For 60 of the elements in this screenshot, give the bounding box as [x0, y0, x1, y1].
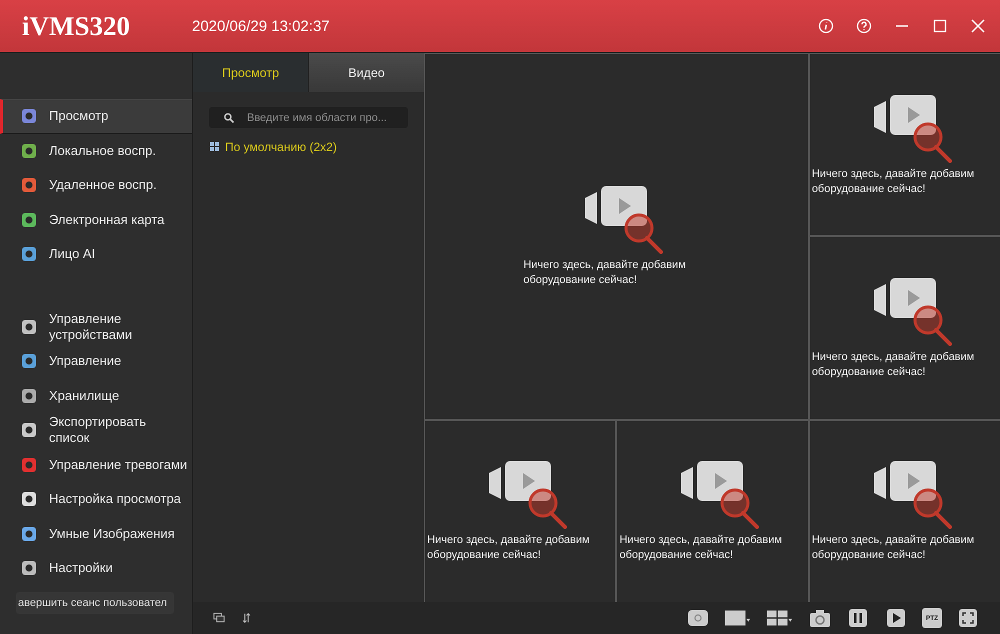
grid-layout-icon[interactable]	[766, 608, 794, 628]
record-icon[interactable]	[686, 608, 710, 628]
empty-message: Ничего здесь, давайте добавим оборудование сейчас!	[812, 350, 976, 380]
menu-icon	[21, 491, 37, 508]
nav-item[interactable]: Настройки	[0, 551, 192, 586]
menu-icon	[21, 177, 37, 194]
nav-item[interactable]: Лицо AI	[0, 237, 192, 272]
nav-item[interactable]: Управление	[0, 344, 192, 378]
info-icon[interactable]	[818, 18, 834, 34]
video-cell[interactable]: Ничего здесь, давайте добавим оборудование сейчас!	[810, 420, 1000, 602]
empty-message: Ничего здесь, давайте добавим оборудование сейчас!	[619, 533, 783, 564]
sort-icon[interactable]	[240, 612, 253, 624]
nav-item[interactable]: Удаленное воспр.	[0, 168, 192, 202]
menu-icon	[21, 108, 37, 124]
pause-icon[interactable]	[846, 608, 870, 628]
logout-button[interactable]: авершить сеанс пользовател	[16, 592, 174, 614]
menu-icon	[21, 318, 37, 335]
nav-item[interactable]: Просмотр	[0, 99, 192, 134]
menu-icon	[21, 526, 37, 542]
menu-icon	[21, 353, 37, 370]
grid-icon	[210, 142, 220, 152]
single-view-icon[interactable]	[724, 608, 752, 628]
nav-item[interactable]: Управление устройствами	[0, 310, 192, 344]
empty-message: Ничего здесь, давайте добавим оборудование сейчас!	[523, 258, 687, 288]
video-cell[interactable]: Ничего здесь, давайте добавим оборудование сейчас!	[425, 420, 616, 602]
windows-icon[interactable]	[213, 612, 226, 624]
menu-icon	[21, 246, 37, 262]
nav-item[interactable]: Умные Изображения	[0, 516, 192, 551]
camera-icon[interactable]	[808, 608, 832, 628]
tree-item[interactable]: По умолчанию (2x2)	[225, 140, 337, 154]
video-cell[interactable]: Ничего здесь, давайте добавим оборудование сейчас!	[617, 420, 808, 602]
video-cell[interactable]: Ничего здесь, давайте добавим оборудование сейчас!	[810, 54, 1000, 236]
nav-item[interactable]: Электронная карта	[0, 202, 192, 237]
video-cell[interactable]: Ничего здесь, давайте добавим оборудование сейчас!	[425, 54, 808, 419]
date-time: 2020/06/29 13:02:37	[192, 18, 330, 34]
search-icon	[223, 112, 235, 124]
menu-icon	[21, 560, 37, 576]
nav-item[interactable]: Настройка просмотра	[0, 482, 192, 516]
close-icon[interactable]	[970, 18, 986, 34]
nav-item[interactable]: Локальное воспр.	[0, 134, 192, 168]
menu-icon	[21, 142, 37, 159]
empty-message: Ничего здесь, давайте добавим оборудование сейчас!	[427, 533, 591, 564]
nav-item[interactable]: Экспортировать список	[0, 413, 192, 448]
empty-message: Ничего здесь, давайте добавим оборудование сейчас!	[812, 166, 976, 197]
nav-item[interactable]: Хранилище	[0, 378, 192, 413]
maximize-icon[interactable]	[932, 18, 948, 34]
tab[interactable]: Видео	[308, 53, 424, 92]
play-icon[interactable]	[884, 608, 908, 628]
nav-item[interactable]: Управление тревогами	[0, 448, 192, 482]
video-cell[interactable]: Ничего здесь, давайте добавим оборудование сейчас!	[810, 237, 1000, 419]
app-logo: iVMS320	[22, 10, 130, 42]
fullscreen-icon[interactable]	[956, 608, 980, 628]
menu-icon	[21, 388, 37, 404]
menu-icon	[21, 422, 37, 438]
search-field[interactable]: Введите имя области про...	[209, 107, 408, 128]
empty-message: Ничего здесь, давайте добавим оборудование сейчас!	[812, 533, 976, 564]
menu-icon	[21, 212, 37, 228]
menu-icon	[21, 456, 37, 473]
help-icon[interactable]	[856, 18, 872, 34]
tab[interactable]: Просмотр	[193, 53, 308, 92]
